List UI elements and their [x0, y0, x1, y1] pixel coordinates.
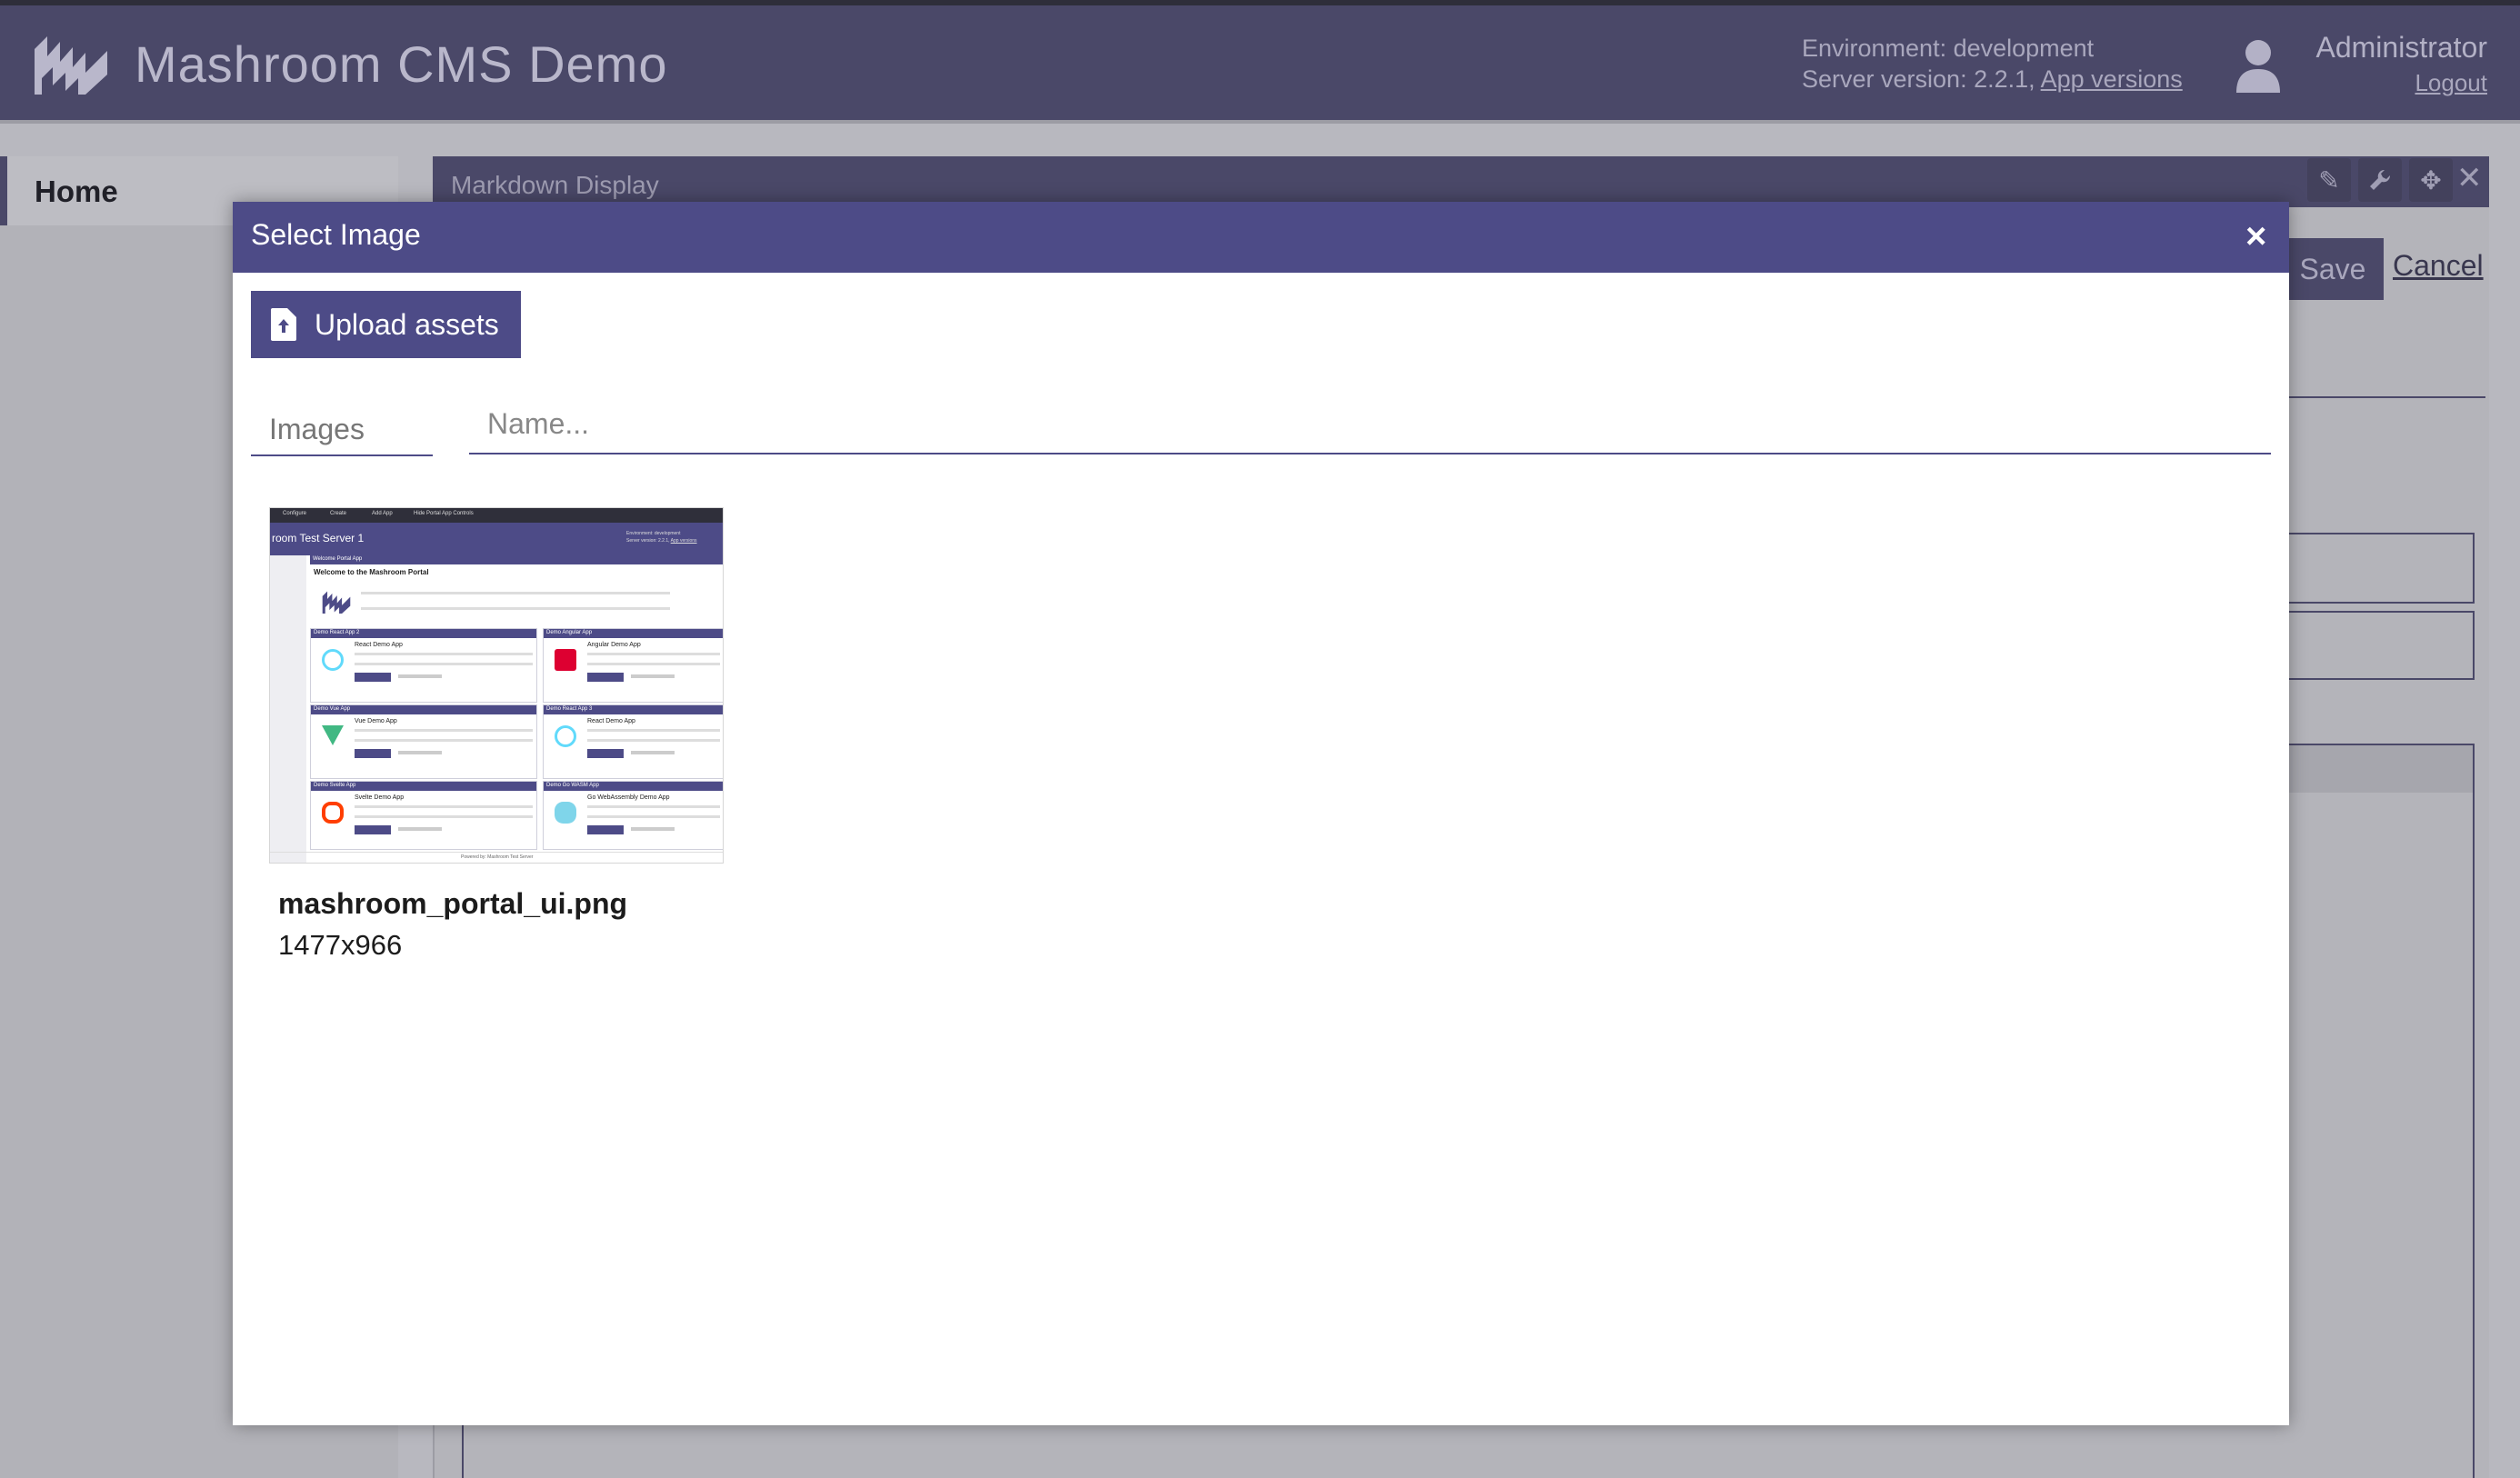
- wrench-icon[interactable]: [2358, 158, 2402, 202]
- user-icon: [2236, 40, 2280, 93]
- thumb-header: room Test Server 1 Environment: developm…: [270, 523, 723, 555]
- asset-type-select[interactable]: Images: [251, 400, 433, 456]
- sidebar-item-label: Home: [35, 175, 118, 208]
- pencil-icon[interactable]: ✎: [2307, 158, 2351, 202]
- server-version-label: Server version: 2.2.1,: [1802, 65, 2035, 93]
- name-filter-input[interactable]: [469, 394, 2271, 454]
- thumb-app-window: Demo Svelte App Svelte Demo App: [310, 781, 537, 850]
- thumb-logo-icon: [322, 591, 351, 614]
- form-field: [2273, 533, 2475, 604]
- environment-label: Environment: development: [1802, 35, 2095, 62]
- thumb-footer: Powered by: Mashroom Test Server: [270, 852, 723, 863]
- thumb-app-window: Demo React App 3 React Demo App: [543, 704, 723, 779]
- app-header: Mashroom CMS Demo Environment: developme…: [0, 5, 2520, 120]
- thumb-app-window: Demo Go WASM App Go WebAssembly Demo App: [543, 781, 723, 850]
- save-button[interactable]: Save: [2282, 238, 2384, 300]
- form-underline: [2273, 396, 2485, 398]
- asset-type-value: Images: [269, 413, 365, 445]
- user-name: Administrator: [2315, 31, 2488, 64]
- file-upload-icon: [271, 308, 296, 341]
- panel-close-icon[interactable]: ✕: [2456, 160, 2483, 196]
- thumb-app-window: Demo Vue App Vue Demo App: [310, 704, 537, 779]
- asset-item[interactable]: Configure Create Add App Hide Portal App…: [269, 507, 724, 980]
- asset-file-name: mashroom_portal_ui.png: [278, 887, 628, 920]
- close-icon[interactable]: ×: [2245, 215, 2266, 258]
- logout-link[interactable]: Logout: [2360, 69, 2487, 97]
- thumb-welcome-app: Welcome Portal App Welcome to the Mashro…: [310, 555, 723, 628]
- app-versions-link[interactable]: App versions: [2041, 65, 2183, 93]
- server-version: Server version: 2.2.1, App versions: [1802, 64, 2183, 95]
- mashroom-logo-icon: [35, 36, 107, 95]
- move-icon[interactable]: ✥: [2409, 158, 2453, 202]
- form-field: [2273, 611, 2475, 680]
- dialog-header: Select Image ×: [233, 202, 2289, 273]
- upload-assets-button[interactable]: Upload assets: [251, 291, 521, 358]
- app-panel-header: [433, 156, 2489, 207]
- thumb-top-menu: Configure Create Add App Hide Portal App…: [270, 508, 723, 523]
- environment-info: Environment: development Server version:…: [1802, 33, 2183, 95]
- dialog-title: Select Image: [251, 218, 421, 251]
- thumb-app-window: Demo Angular App Angular Demo App: [543, 628, 723, 703]
- editor-toolbar: [2273, 745, 2473, 793]
- header-divider: [0, 120, 2520, 124]
- thumb-sidebar: [270, 555, 306, 863]
- asset-dimensions: 1477x966: [278, 929, 403, 961]
- app-panel-title: Markdown Display: [451, 171, 659, 199]
- thumb-app-window: Demo React App 2 React Demo App: [310, 628, 537, 703]
- asset-thumbnail: Configure Create Add App Hide Portal App…: [269, 507, 724, 864]
- select-image-dialog: Select Image × Upload assets Images Conf…: [233, 202, 2289, 1425]
- cancel-button[interactable]: Cancel: [2393, 249, 2484, 283]
- app-title: Mashroom CMS Demo: [135, 35, 668, 93]
- upload-assets-label: Upload assets: [315, 307, 499, 341]
